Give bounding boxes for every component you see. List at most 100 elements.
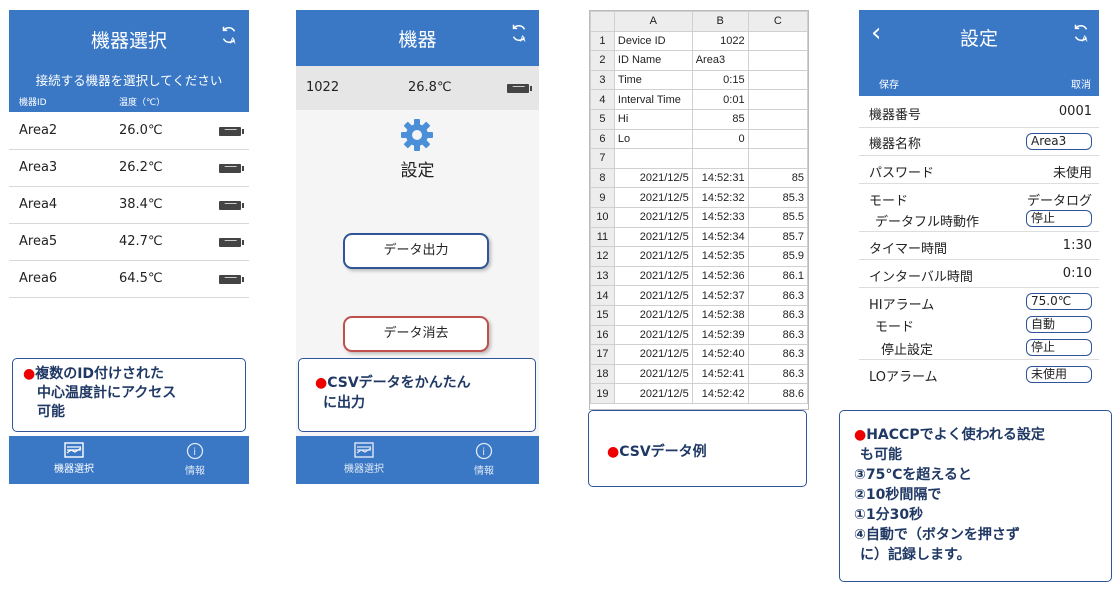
cell-c[interactable] (747, 30, 808, 52)
cell-b[interactable]: 14:52:40 (691, 344, 749, 365)
setting-label: 機器名称 (869, 137, 922, 152)
cell-c[interactable] (747, 128, 808, 150)
cell-b[interactable]: 14:52:42 (691, 383, 749, 404)
cell-b[interactable]: 14:52:34 (691, 226, 749, 248)
cell-a[interactable]: 2021/12/5 (613, 265, 693, 287)
cell-c[interactable]: 86.3 (747, 363, 808, 385)
cell-c[interactable]: 85.7 (747, 226, 808, 248)
cell-b[interactable]: 0:01 (691, 89, 749, 110)
device-row-area4[interactable]: Area4 38.4℃ (9, 187, 249, 224)
nav-info[interactable]: i 情報 (444, 442, 524, 477)
cell-a[interactable]: 2021/12/5 (613, 304, 693, 326)
nav-device-select[interactable]: 機器選択 (324, 442, 404, 475)
cell-b[interactable]: 0:15 (691, 69, 749, 91)
stop-setting-field[interactable]: 停止 (1026, 339, 1092, 356)
setting-device-name[interactable]: 機器名称 Area3 (859, 128, 1099, 156)
column-header[interactable]: C (747, 11, 808, 32)
cell-b[interactable]: Area3 (691, 50, 749, 71)
lo-alarm-field[interactable]: 未使用 (1026, 366, 1092, 383)
cell-c[interactable]: 86.3 (747, 285, 808, 306)
cell-b[interactable]: 14:52:35 (691, 246, 749, 267)
cell-c[interactable]: 85.3 (747, 187, 808, 208)
cell-a[interactable]: 2021/12/5 (613, 246, 693, 267)
cell-a[interactable]: ID Name (613, 50, 693, 71)
refresh-icon[interactable]: A (218, 24, 240, 46)
cell-b[interactable]: 14:52:33 (691, 206, 749, 228)
cell-a[interactable]: 2021/12/5 (613, 226, 693, 248)
setting-interval[interactable]: インターバル時間 0:10 (859, 260, 1099, 288)
cell-a[interactable]: 2021/12/5 (613, 167, 693, 189)
cell-b[interactable] (691, 148, 749, 169)
device-name-field[interactable]: Area3 (1026, 133, 1092, 150)
cell-b[interactable]: 14:52:39 (691, 324, 749, 346)
hi-mode-field[interactable]: 自動 (1026, 316, 1092, 333)
cell-a[interactable]: 2021/12/5 (613, 383, 693, 404)
setting-hi-alarm[interactable]: HIアラーム 75.0℃ モード 自動 停止設定 停止 (859, 288, 1099, 360)
cell-b[interactable]: 14:52:38 (691, 304, 749, 326)
refresh-icon[interactable]: A (508, 22, 530, 44)
cell-c[interactable] (747, 148, 808, 169)
cell-c[interactable]: 86.3 (747, 324, 808, 346)
cell-a[interactable] (613, 148, 693, 169)
cell-a[interactable]: Device ID (613, 30, 693, 52)
cell-c[interactable]: 86.1 (747, 265, 808, 287)
cell-a[interactable]: Time (613, 69, 693, 91)
cell-c[interactable] (747, 69, 808, 91)
device-row-area6[interactable]: Area6 64.5℃ (9, 261, 249, 298)
setting-device-number[interactable]: 機器番号 0001 (859, 96, 1099, 128)
setting-timer[interactable]: タイマー時間 1:30 (859, 232, 1099, 260)
callout-line: 複数のID付けされた (35, 366, 165, 382)
cell-a[interactable]: Hi (613, 108, 693, 130)
cell-a[interactable]: Lo (613, 128, 693, 150)
device-temp: 26.2℃ (119, 160, 163, 175)
setting-lo-alarm[interactable]: LOアラーム 未使用 (859, 360, 1099, 390)
cell-b[interactable]: 14:52:37 (691, 285, 749, 306)
data-output-button[interactable]: データ出力 (343, 233, 489, 269)
gear-icon[interactable] (399, 117, 435, 153)
device-row-area3[interactable]: Area3 26.2℃ (9, 150, 249, 187)
refresh-icon[interactable]: A (1070, 22, 1092, 44)
nav-device-select[interactable]: 機器選択 (34, 442, 114, 475)
device-row-area5[interactable]: Area5 42.7℃ (9, 224, 249, 261)
cell-c[interactable] (747, 108, 808, 130)
cell-c[interactable]: 86.3 (747, 344, 808, 365)
save-button[interactable]: 保存 (879, 76, 899, 91)
cell-c[interactable] (747, 50, 808, 71)
cell-c[interactable]: 86.3 (747, 304, 808, 326)
cell-b[interactable]: 1022 (691, 30, 749, 52)
device-row-area2[interactable]: Area2 26.0℃ (9, 113, 249, 150)
hi-alarm-field[interactable]: 75.0℃ (1026, 293, 1092, 310)
page-title: 機器選択 (90, 30, 167, 52)
callout-line: に出力 (323, 395, 365, 411)
cell-a[interactable]: 2021/12/5 (613, 344, 693, 365)
column-header[interactable]: A (613, 11, 693, 32)
cell-c[interactable]: 85.5 (747, 206, 808, 228)
cell-c[interactable]: 85.9 (747, 246, 808, 267)
cell-b[interactable]: 14:52:36 (691, 265, 749, 287)
cancel-button[interactable]: 取消 (1071, 76, 1091, 91)
row-number: 14 (590, 285, 615, 306)
data-delete-button[interactable]: データ消去 (343, 316, 489, 352)
cell-a[interactable]: 2021/12/5 (613, 187, 693, 208)
cell-a[interactable]: 2021/12/5 (613, 324, 693, 346)
cell-c[interactable]: 85 (747, 167, 808, 189)
battery-icon (219, 127, 244, 136)
cell-b[interactable]: 14:52:32 (691, 187, 749, 208)
column-header[interactable]: B (691, 11, 749, 32)
setting-value: 1:30 (1062, 238, 1092, 253)
cell-c[interactable] (747, 89, 808, 110)
setting-password[interactable]: パスワード 未使用 (859, 156, 1099, 184)
cell-b[interactable]: 85 (691, 108, 749, 130)
cell-c[interactable]: 88.6 (747, 383, 808, 404)
cell-a[interactable]: 2021/12/5 (613, 363, 693, 385)
cell-a[interactable]: 2021/12/5 (613, 285, 693, 306)
cell-b[interactable]: 0 (691, 128, 749, 150)
cell-b[interactable]: 14:52:41 (691, 363, 749, 385)
datafull-field[interactable]: 停止 (1026, 210, 1092, 227)
setting-mode[interactable]: モード データログ データフル時動作 停止 (859, 184, 1099, 232)
nav-info[interactable]: i 情報 (155, 442, 235, 477)
cell-b[interactable]: 14:52:31 (691, 167, 749, 189)
cell-a[interactable]: 2021/12/5 (613, 206, 693, 228)
cell-a[interactable]: Interval Time (613, 89, 693, 110)
settings-label[interactable]: 設定 (296, 156, 539, 181)
